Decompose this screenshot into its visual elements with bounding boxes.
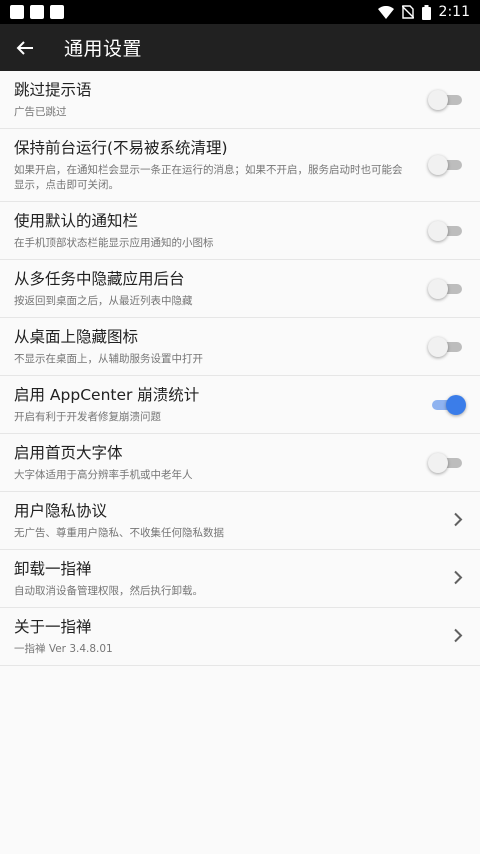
switch-thumb	[428, 278, 448, 299]
system-icons: 2:11	[377, 4, 470, 20]
setting-title: 跳过提示语	[14, 81, 92, 99]
switch-thumb	[428, 336, 448, 357]
notification-icon	[50, 5, 64, 19]
settings-row[interactable]: 启用首页大字体大字体适用于高分辨率手机或中老年人	[0, 434, 480, 492]
clock: 2:11	[438, 4, 470, 20]
setting-control[interactable]	[428, 89, 464, 110]
notification-icons	[10, 5, 64, 19]
status-bar: 2:11	[0, 0, 480, 24]
toggle-switch[interactable]	[428, 89, 464, 110]
page-title: 通用设置	[64, 38, 143, 60]
setting-control	[452, 627, 464, 646]
switch-thumb	[428, 220, 448, 241]
setting-title: 从多任务中隐藏应用后台	[14, 270, 185, 288]
setting-control	[452, 569, 464, 588]
setting-subtitle: 按返回到桌面之后，从最近列表中隐藏	[14, 295, 193, 307]
settings-row[interactable]: 保持前台运行(不易被系统清理) 如果开启，在通知栏会显示一条正在运行的消息；如果不…	[0, 129, 480, 202]
setting-control[interactable]	[428, 220, 464, 241]
settings-row[interactable]: 跳过提示语广告已跳过	[0, 71, 480, 129]
setting-control[interactable]	[430, 394, 466, 415]
setting-control[interactable]	[428, 336, 464, 357]
setting-control[interactable]	[428, 278, 464, 299]
toggle-switch[interactable]	[428, 452, 464, 473]
settings-row[interactable]: 关于一指禅一指禅 Ver 3.4.8.01	[0, 608, 480, 666]
no-sim-icon	[401, 5, 414, 19]
setting-subtitle: 在手机顶部状态栏能显示应用通知的小图标	[14, 237, 214, 249]
setting-control	[452, 511, 464, 530]
setting-subtitle: 开启有利于开发者修复崩溃问题	[14, 411, 161, 423]
toggle-switch[interactable]	[428, 220, 464, 241]
arrow-back-icon	[16, 40, 33, 55]
switch-thumb	[446, 394, 466, 415]
chevron-right-icon	[454, 628, 463, 642]
settings-row[interactable]: 从桌面上隐藏图标不显示在桌面上，从辅助服务设置中打开	[0, 318, 480, 376]
back-button[interactable]	[0, 24, 50, 71]
setting-subtitle: 无广告、尊重用户隐私、不收集任何隐私数据	[14, 527, 224, 539]
settings-row[interactable]: 使用默认的通知栏在手机顶部状态栏能显示应用通知的小图标	[0, 202, 480, 260]
setting-title: 关于一指禅	[14, 618, 92, 636]
toggle-switch[interactable]	[428, 155, 464, 175]
switch-thumb	[428, 89, 448, 110]
wifi-icon	[377, 5, 394, 19]
setting-subtitle: 大字体适用于高分辨率手机或中老年人	[14, 469, 193, 481]
settings-row[interactable]: 启用 AppCenter 崩溃统计开启有利于开发者修复崩溃问题	[0, 376, 480, 434]
setting-title: 启用 AppCenter 崩溃统计	[14, 386, 200, 404]
setting-subtitle: 广告已跳过	[14, 106, 67, 118]
chevron-right-icon	[454, 570, 463, 584]
notification-icon	[10, 5, 24, 19]
setting-subtitle: 不显示在桌面上，从辅助服务设置中打开	[14, 353, 203, 365]
notification-icon	[30, 5, 44, 19]
settings-row[interactable]: 卸载一指禅自动取消设备管理权限，然后执行卸载。	[0, 550, 480, 608]
toggle-switch[interactable]	[430, 394, 466, 415]
setting-title: 卸载一指禅	[14, 560, 92, 578]
toggle-switch[interactable]	[428, 278, 464, 299]
chevron-right-icon	[454, 512, 463, 526]
setting-title: 用户隐私协议	[14, 502, 108, 520]
toggle-switch[interactable]	[428, 336, 464, 357]
setting-title: 从桌面上隐藏图标	[14, 328, 139, 346]
setting-subtitle: 如果开启，在通知栏会显示一条正在运行的消息；如果不开启，服务启动时也可能会显示，…	[14, 164, 403, 191]
settings-row[interactable]: 从多任务中隐藏应用后台按返回到桌面之后，从最近列表中隐藏	[0, 260, 480, 318]
setting-control[interactable]	[428, 452, 464, 473]
settings-list: 跳过提示语广告已跳过保持前台运行(不易被系统清理) 如果开启，在通知栏会显示一条正…	[0, 71, 480, 666]
setting-control[interactable]	[428, 155, 464, 175]
app-bar: 通用设置	[0, 24, 480, 71]
switch-thumb	[428, 452, 448, 473]
setting-title: 保持前台运行(不易被系统清理)	[14, 139, 228, 157]
switch-thumb	[428, 155, 448, 175]
setting-title: 启用首页大字体	[14, 444, 123, 462]
setting-subtitle: 自动取消设备管理权限，然后执行卸载。	[14, 585, 203, 597]
setting-subtitle: 一指禅 Ver 3.4.8.01	[14, 643, 113, 655]
setting-title: 使用默认的通知栏	[14, 212, 139, 230]
battery-icon	[421, 4, 431, 20]
settings-row[interactable]: 用户隐私协议无广告、尊重用户隐私、不收集任何隐私数据	[0, 492, 480, 550]
